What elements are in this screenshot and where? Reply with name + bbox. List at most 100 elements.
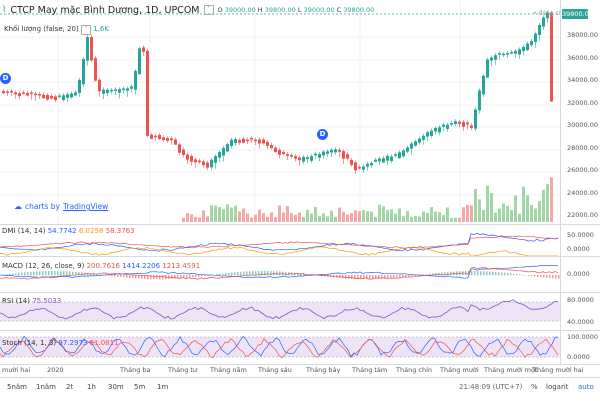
candle-body [266, 142, 269, 146]
candle-body [506, 53, 509, 55]
volume-bar [466, 205, 469, 222]
symbol-title[interactable]: CTCP May mặc Bình Dương, 1D, UPCOM [10, 5, 199, 16]
timeframe-1y-button[interactable]: 1năm [36, 383, 56, 391]
candle-body [2, 91, 5, 93]
candle-body [422, 136, 425, 140]
volume-bar [442, 215, 445, 222]
tradingview-watermark-link[interactable]: ☁ charts by TradingView [14, 202, 108, 211]
candle-body [246, 140, 249, 142]
candle-body [346, 154, 349, 158]
candle-body [218, 152, 221, 158]
volume-bar [218, 207, 221, 222]
macd-histogram-bar [528, 275, 530, 276]
volume-bars [182, 177, 553, 222]
timeframe-1h-button[interactable]: 1h [87, 383, 96, 391]
candle-body [186, 155, 189, 160]
volume-bar [494, 213, 497, 222]
macd-histogram-bar [267, 271, 269, 275]
candle-body [126, 88, 129, 90]
macd-axis[interactable]: 0.0000 [560, 256, 600, 293]
macd-histogram-bar [162, 275, 164, 279]
macd-histogram-bar [396, 275, 398, 278]
macd-histogram-bar [495, 272, 497, 275]
volume-bar [342, 212, 345, 222]
candle-body [418, 139, 421, 143]
volume-bar [526, 195, 529, 222]
macd-histogram-bar [543, 275, 545, 277]
time-label: 2020 [47, 366, 64, 374]
macd-histogram-bar [489, 272, 491, 276]
macd-histogram-bar [24, 272, 26, 275]
percent-scale-toggle[interactable]: % [531, 383, 538, 391]
stoch-pane[interactable]: Stoch (14, 1, 3) 97.2973 81.0811 [0, 330, 560, 365]
candle-body [330, 150, 333, 153]
log-scale-toggle[interactable]: logarit [546, 383, 569, 391]
volume-bar [322, 213, 325, 222]
candle-body [438, 127, 441, 132]
candle-body [414, 141, 417, 145]
volume-bar [310, 214, 313, 222]
volume-bar [462, 207, 465, 222]
clock-timezone[interactable]: 21:48:09 (UTC+7) [459, 383, 522, 391]
dividend-marker[interactable]: D [317, 129, 328, 140]
rsi-axis[interactable]: 80.0000 40.0000 [560, 292, 600, 331]
timeframe-5m-button[interactable]: 5m [134, 383, 145, 391]
macd-histogram-bar [171, 275, 173, 279]
rsi-pane[interactable]: RSI (14) 75.5033 [0, 292, 560, 331]
stoch-axis[interactable]: 100.0000 0.0000 [560, 330, 600, 365]
macd-legend: MACD (12, 26, close, 9) 200.7616 1414.22… [2, 262, 200, 270]
collapse-legend-icon[interactable]: ˄ [204, 5, 214, 15]
volume-bar [254, 215, 257, 222]
macd-histogram-bar [27, 272, 29, 275]
candle-body [530, 41, 533, 45]
timeframe-2t-button[interactable]: 2t [66, 383, 73, 391]
candle-body [426, 132, 429, 136]
time-label: Tháng bảy [306, 366, 340, 374]
dividend-marker[interactable]: D [0, 73, 11, 84]
price-axis[interactable]: 38000.00 36000.00 34000.00 32000.00 3000… [560, 0, 600, 224]
volume-bar [246, 214, 249, 222]
macd-histogram-bar [516, 274, 518, 275]
rsi-lines [0, 293, 560, 331]
timeframe-1m-button[interactable]: 1m [157, 383, 168, 391]
candle-body [38, 94, 41, 96]
volume-legend-toggle-icon[interactable]: ˄ [81, 25, 91, 35]
candle-body [430, 131, 433, 136]
candle-body [46, 95, 49, 100]
macd-pane[interactable]: MACD (12, 26, close, 9) 200.7616 1414.22… [0, 256, 560, 293]
volume-bar [438, 212, 441, 222]
macd-histogram-bar [66, 271, 68, 275]
candle-body [258, 139, 261, 143]
timeframe-30m-button[interactable]: 30m [108, 383, 124, 391]
candle-body [514, 51, 517, 54]
candle-body [466, 122, 469, 124]
candle-body [518, 49, 521, 54]
auto-scale-toggle[interactable]: auto [578, 383, 594, 391]
volume-bar [450, 218, 453, 222]
volume-bar [390, 209, 393, 222]
dmi-axis[interactable]: 50.0000 0.0000 [560, 224, 600, 257]
candle-body [494, 55, 497, 60]
volume-bar [422, 212, 425, 222]
volume-bar [358, 211, 361, 222]
dmi-pane[interactable]: DMI (14, 14) 54.7742 6.0258 58.3763 [0, 224, 560, 257]
volume-bar [410, 217, 413, 222]
volume-bar [250, 218, 253, 222]
timeframe-5y-button[interactable]: 5năm [7, 383, 27, 391]
candlesticks [2, 11, 553, 174]
candle-body [510, 52, 513, 54]
macd-histogram-bar [492, 272, 494, 276]
candle-body [226, 144, 229, 151]
volume-bar [482, 210, 485, 222]
candle-body [398, 152, 401, 158]
volume-bar [538, 201, 541, 222]
macd-histogram-bar [111, 275, 113, 276]
volume-bar [362, 210, 365, 222]
macd-histogram-bar [192, 275, 194, 277]
candle-body [170, 138, 173, 140]
candle-body [326, 151, 329, 153]
candle-body [162, 137, 165, 140]
candle-body [314, 154, 317, 156]
volume-bar [262, 213, 265, 222]
candle-body [134, 71, 137, 90]
